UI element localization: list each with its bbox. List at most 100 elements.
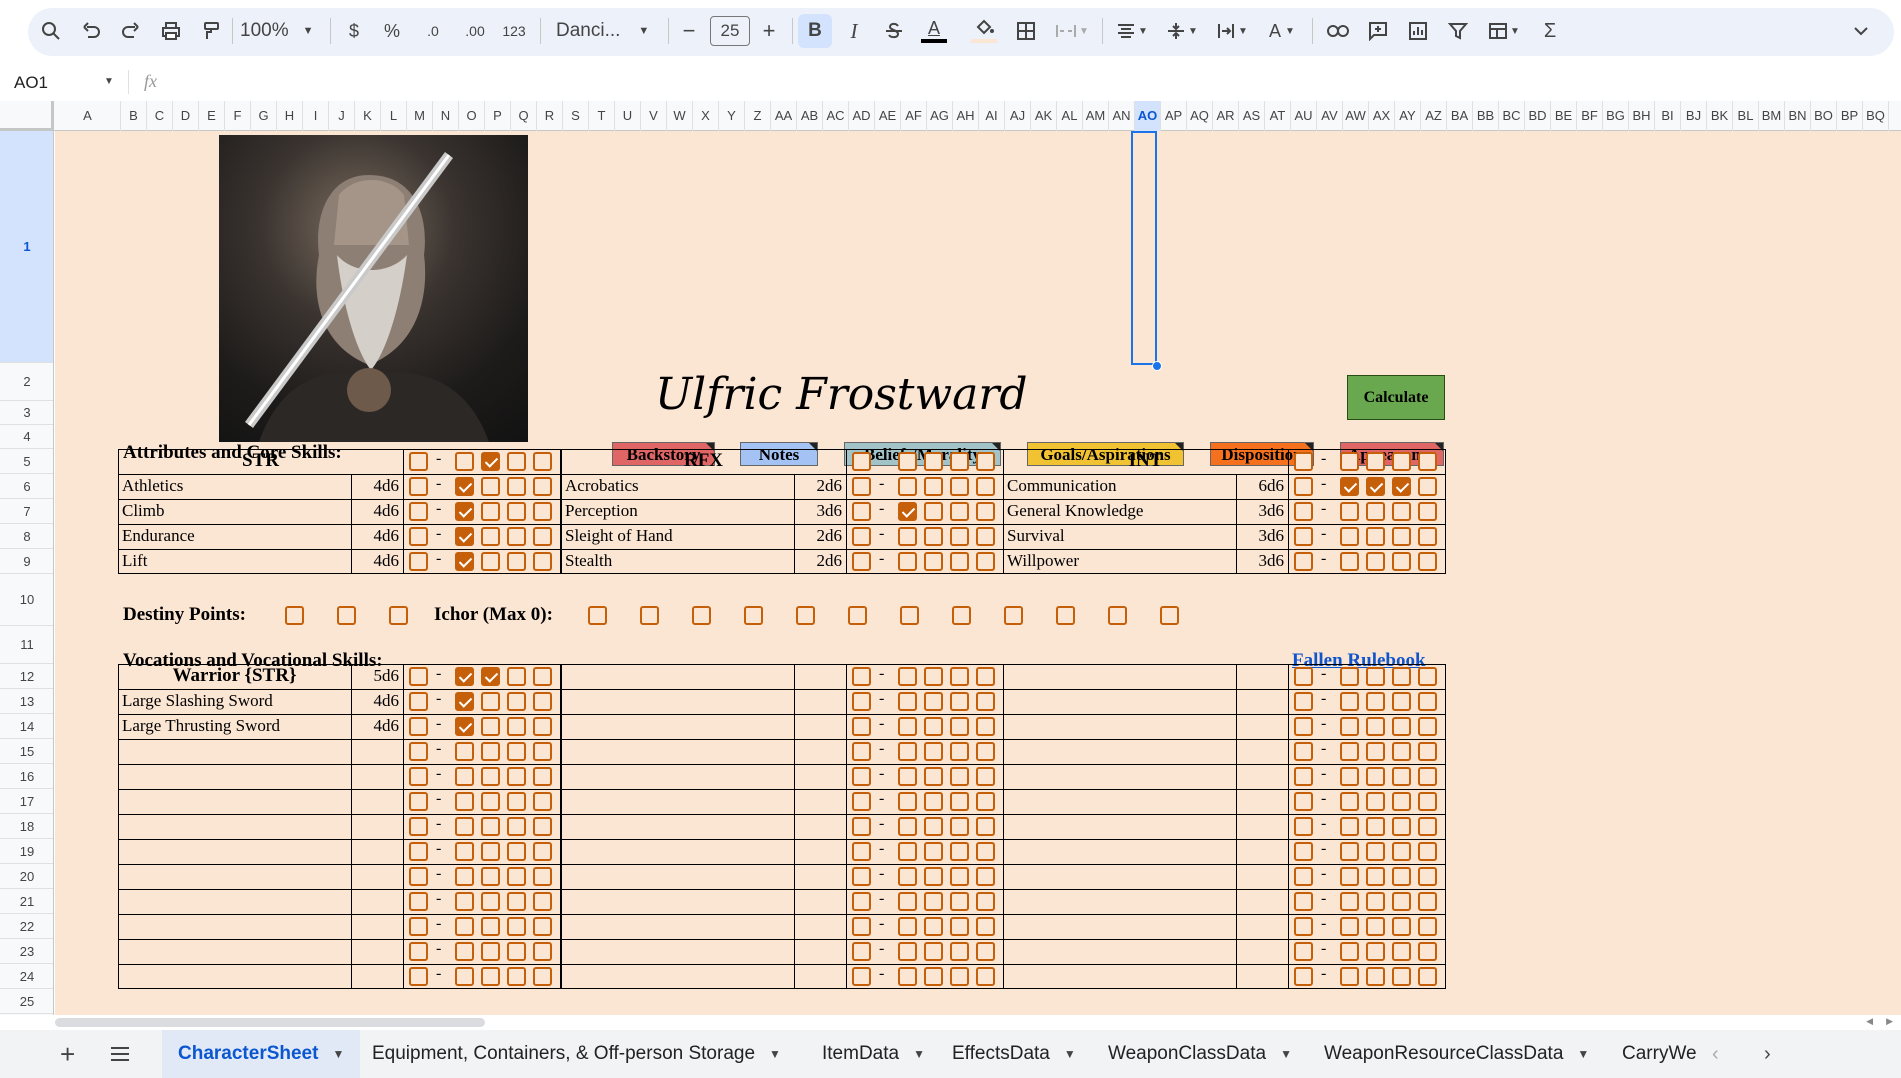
scrollbar-thumb[interactable] bbox=[55, 1018, 485, 1027]
chevron-down-icon[interactable]: ▼ bbox=[913, 1047, 925, 1061]
checkbox[interactable] bbox=[455, 477, 474, 496]
checkbox[interactable] bbox=[1418, 842, 1437, 861]
checkbox[interactable] bbox=[924, 527, 943, 546]
checkbox[interactable] bbox=[1340, 552, 1359, 571]
checkbox[interactable] bbox=[533, 792, 552, 811]
row-header[interactable]: 6 bbox=[0, 474, 53, 499]
chevron-down-icon[interactable]: ▼ bbox=[1064, 1047, 1076, 1061]
checkbox[interactable] bbox=[1294, 502, 1313, 521]
column-header[interactable]: AY bbox=[1395, 101, 1421, 131]
checkbox[interactable] bbox=[898, 867, 917, 886]
column-header[interactable]: BH bbox=[1629, 101, 1655, 131]
increase-font-size-icon[interactable]: + bbox=[756, 14, 782, 48]
checkbox[interactable] bbox=[1340, 452, 1359, 471]
checkbox[interactable] bbox=[481, 967, 500, 986]
checkbox[interactable] bbox=[924, 892, 943, 911]
checkbox[interactable] bbox=[976, 717, 995, 736]
paint-format-icon[interactable] bbox=[196, 14, 226, 48]
checkbox[interactable] bbox=[976, 817, 995, 836]
checkbox[interactable] bbox=[1366, 667, 1385, 686]
column-header[interactable]: C bbox=[147, 101, 173, 131]
checkbox[interactable] bbox=[1366, 967, 1385, 986]
checkbox[interactable] bbox=[1392, 842, 1411, 861]
row-header[interactable]: 16 bbox=[0, 764, 53, 789]
ichor-checkbox[interactable] bbox=[952, 606, 971, 625]
checkbox[interactable] bbox=[1418, 967, 1437, 986]
checkbox[interactable] bbox=[1340, 867, 1359, 886]
checkbox[interactable] bbox=[455, 742, 474, 761]
column-header[interactable]: AM bbox=[1083, 101, 1109, 131]
chevron-down-icon[interactable]: ▼ bbox=[332, 1047, 344, 1061]
checkbox[interactable] bbox=[852, 667, 871, 686]
checkbox[interactable] bbox=[1294, 742, 1313, 761]
checkbox[interactable] bbox=[507, 892, 526, 911]
checkbox[interactable] bbox=[455, 942, 474, 961]
column-header[interactable]: L bbox=[381, 101, 407, 131]
checkbox[interactable] bbox=[1294, 692, 1313, 711]
sheet-grid[interactable]: Ulfric Frostward Calculate Attributes an… bbox=[55, 131, 1901, 1015]
checkbox[interactable] bbox=[976, 552, 995, 571]
column-header[interactable]: Z bbox=[745, 101, 771, 131]
checkbox[interactable] bbox=[1294, 842, 1313, 861]
checkbox[interactable] bbox=[976, 967, 995, 986]
checkbox[interactable] bbox=[950, 527, 969, 546]
checkbox[interactable] bbox=[507, 967, 526, 986]
sheet-tab[interactable]: CarryWe bbox=[1608, 1030, 1711, 1078]
checkbox[interactable] bbox=[481, 692, 500, 711]
checkbox[interactable] bbox=[507, 502, 526, 521]
column-header[interactable]: O bbox=[459, 101, 485, 131]
checkbox[interactable] bbox=[533, 817, 552, 836]
checkbox[interactable] bbox=[533, 527, 552, 546]
column-header[interactable]: H bbox=[277, 101, 303, 131]
checkbox[interactable] bbox=[409, 742, 428, 761]
checkbox[interactable] bbox=[455, 792, 474, 811]
column-header[interactable]: W bbox=[667, 101, 693, 131]
row-header[interactable]: 17 bbox=[0, 789, 53, 814]
column-header[interactable]: K bbox=[355, 101, 381, 131]
checkbox[interactable] bbox=[1366, 717, 1385, 736]
checkbox[interactable] bbox=[1392, 527, 1411, 546]
destiny-point-checkbox[interactable] bbox=[285, 606, 304, 625]
fill-handle[interactable] bbox=[1152, 361, 1162, 371]
percent-format-button[interactable]: % bbox=[378, 14, 406, 48]
checkbox[interactable] bbox=[455, 767, 474, 786]
checkbox[interactable] bbox=[898, 842, 917, 861]
checkbox[interactable] bbox=[924, 967, 943, 986]
checkbox[interactable] bbox=[852, 767, 871, 786]
checkbox[interactable] bbox=[976, 892, 995, 911]
checkbox[interactable] bbox=[898, 917, 917, 936]
horizontal-align-icon[interactable]: ▼ bbox=[1110, 14, 1154, 48]
checkbox[interactable] bbox=[533, 502, 552, 521]
checkbox[interactable] bbox=[852, 817, 871, 836]
checkbox[interactable] bbox=[507, 452, 526, 471]
checkbox[interactable] bbox=[1340, 477, 1359, 496]
checkbox[interactable] bbox=[1392, 692, 1411, 711]
column-header[interactable]: AH bbox=[953, 101, 979, 131]
chevron-down-icon[interactable] bbox=[1846, 14, 1876, 48]
ichor-checkbox[interactable] bbox=[848, 606, 867, 625]
column-header[interactable]: P bbox=[485, 101, 511, 131]
bold-button[interactable]: B bbox=[798, 14, 832, 48]
checkbox[interactable] bbox=[1340, 502, 1359, 521]
text-rotation-icon[interactable]: A ▼ bbox=[1260, 14, 1304, 48]
column-header[interactable]: Y bbox=[719, 101, 745, 131]
checkbox[interactable] bbox=[852, 942, 871, 961]
row-header[interactable]: 11 bbox=[0, 626, 53, 664]
column-header[interactable]: AO bbox=[1135, 101, 1161, 131]
checkbox[interactable] bbox=[898, 892, 917, 911]
checkbox[interactable] bbox=[924, 742, 943, 761]
checkbox[interactable] bbox=[1294, 917, 1313, 936]
column-header[interactable]: AR bbox=[1213, 101, 1239, 131]
checkbox[interactable] bbox=[533, 892, 552, 911]
row-header[interactable]: 25 bbox=[0, 989, 53, 1014]
checkbox[interactable] bbox=[1340, 717, 1359, 736]
column-header[interactable]: AN bbox=[1109, 101, 1135, 131]
checkbox[interactable] bbox=[481, 942, 500, 961]
column-header[interactable]: AQ bbox=[1187, 101, 1213, 131]
increase-decimal-button[interactable]: .00 bbox=[458, 14, 492, 48]
row-header[interactable]: 2 bbox=[0, 363, 53, 401]
checkbox[interactable] bbox=[924, 942, 943, 961]
sheet-tab[interactable]: EffectsData ▼ bbox=[938, 1030, 1090, 1078]
column-header[interactable]: AT bbox=[1265, 101, 1291, 131]
column-header[interactable]: BA bbox=[1447, 101, 1473, 131]
